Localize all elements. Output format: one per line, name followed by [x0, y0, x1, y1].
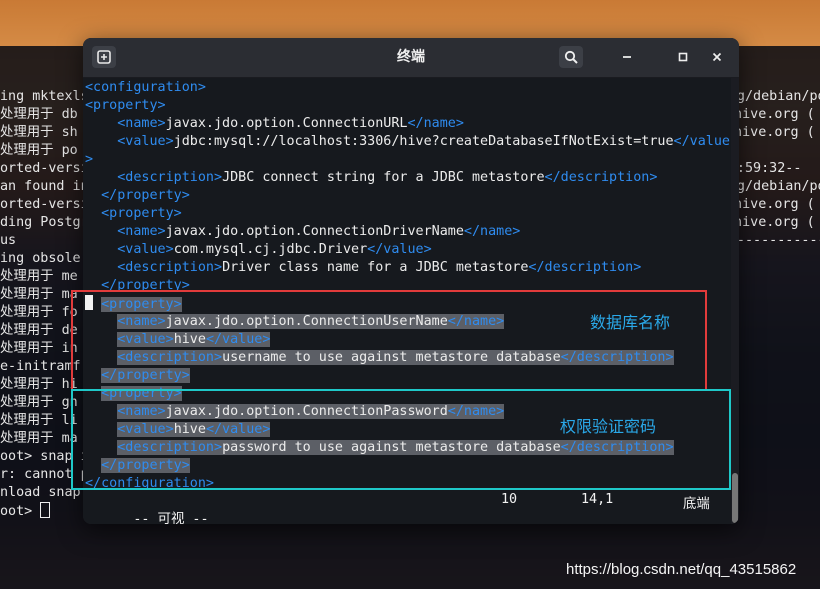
xml-close-tag: </description> [528, 260, 642, 275]
code-line: </property> [85, 187, 730, 205]
xml-open-tag: <description> [117, 260, 223, 275]
title-bar: 终端 [83, 38, 739, 78]
search-icon [564, 50, 578, 64]
background-left-line: ing obsole [0, 251, 81, 266]
background-left-line: oot> [0, 502, 89, 521]
background-left-line: us [0, 233, 17, 248]
xml-open-tag: <value> [117, 242, 174, 257]
background-left-line: orted-versi [0, 161, 89, 176]
xml-open-tag: </property> [101, 188, 190, 203]
minimize-icon [623, 56, 631, 58]
xml-open-tag: <name> [117, 116, 166, 131]
xml-close-tag: </name> [407, 116, 464, 131]
background-left-line: an found in [0, 179, 89, 194]
status-mode: -- 可视 -- [133, 512, 209, 524]
code-line: <name>javax.jdo.option.ConnectionDriverN… [85, 223, 730, 241]
background-left-line: ing mktexls [0, 89, 89, 104]
username-highlight-box [71, 290, 707, 391]
xml-text: Driver class name for a JDBC metastore [222, 260, 529, 275]
background-left-line: 处理用于 me [0, 269, 78, 284]
code-line: <property> [85, 97, 730, 115]
search-button[interactable] [559, 46, 583, 68]
code-line: > [85, 151, 730, 169]
code-line: <configuration> [85, 79, 730, 97]
db-username-annotation: 数据库名称 [590, 313, 671, 332]
status-location: 底端 [683, 497, 710, 512]
code-line: <value>com.mysql.cj.jdbc.Driver</value> [85, 241, 730, 259]
code-line: <property> [85, 205, 730, 223]
background-left-line: ding Postgr [0, 215, 89, 230]
background-left-line: 处理用于 po [0, 143, 78, 158]
code-line: <description>JDBC connect string for a J… [85, 169, 730, 187]
vim-status-line: -- 可视 -- 10 14,1 底端 [85, 492, 725, 524]
xml-open-tag: > [85, 152, 94, 167]
close-button[interactable] [707, 47, 727, 67]
code-line: <name>javax.jdo.option.ConnectionURL</na… [85, 115, 730, 133]
auth-password-annotation: 权限验证密码 [560, 417, 657, 436]
code-line: <value>jdbc:mysql://localhost:3306/hive?… [85, 133, 730, 151]
background-left-line: 处理用于 db [0, 107, 78, 122]
window-title: 终端 [397, 49, 425, 65]
scrollbar[interactable] [731, 78, 739, 524]
xml-open-tag: <name> [117, 224, 166, 239]
minimize-button[interactable] [617, 47, 637, 67]
xml-open-tag: <property> [101, 206, 182, 221]
background-left-line: orted-versi [0, 197, 89, 212]
xml-open-tag: <configuration> [85, 80, 206, 95]
code-line: <description>Driver class name for a JDB… [85, 259, 730, 277]
xml-open-tag: <value> [117, 134, 174, 149]
maximize-button[interactable] [673, 47, 693, 67]
xml-close-tag: </value> [367, 242, 432, 257]
status-selected-count: 10 [501, 492, 518, 507]
password-highlight-box [71, 389, 731, 490]
xml-close-tag: </value [673, 134, 730, 149]
watermark: https://blog.csdn.net/qq_43515862 [566, 561, 797, 578]
xml-text: javax.jdo.option.ConnectionURL [165, 116, 408, 131]
xml-text: javax.jdo.option.ConnectionDriverName [165, 224, 464, 239]
scrollbar-thumb[interactable] [732, 473, 738, 523]
close-icon [712, 52, 722, 62]
xml-open-tag: <description> [117, 170, 223, 185]
prompt-cursor [40, 502, 51, 518]
xml-close-tag: </description> [544, 170, 658, 185]
xml-text: jdbc:mysql://localhost:3306/hive?createD… [173, 134, 674, 149]
xml-open-tag: <property> [85, 98, 166, 113]
maximize-icon [678, 52, 688, 62]
status-cursor-position: 14,1 [581, 492, 614, 507]
xml-close-tag: </name> [463, 224, 521, 239]
xml-text: com.mysql.cj.jdbc.Driver [173, 242, 368, 257]
background-left-line: 处理用于 sh [0, 125, 78, 140]
xml-text: JDBC connect string for a JDBC metastore [222, 170, 545, 185]
